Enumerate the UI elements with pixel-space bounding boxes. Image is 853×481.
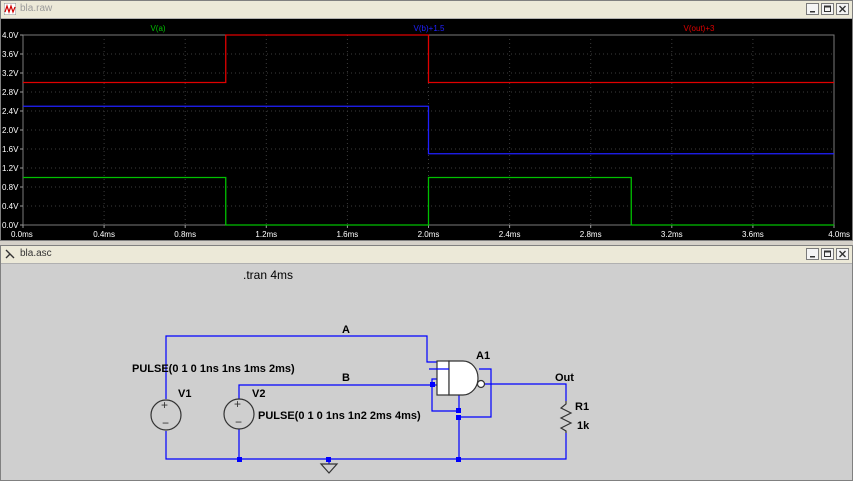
legend-entry[interactable]: V(out)+3 (684, 24, 715, 33)
legend-entry[interactable]: V(b)+1.5 (414, 24, 445, 33)
schematic-canvas[interactable]: + − + − .tran 4ms A B Out A1 PULSE(0 1 0 (1, 264, 852, 480)
y-tick-label: 2.0V (2, 126, 19, 135)
maximize-button[interactable] (821, 3, 834, 15)
junction (456, 457, 461, 462)
y-tick-label: 2.4V (2, 107, 19, 116)
junction (456, 408, 461, 413)
junction (456, 415, 461, 420)
y-tick-label: 3.2V (2, 69, 19, 78)
y-tick-label: 0.0V (2, 221, 19, 230)
x-tick-label: 2.8ms (580, 230, 602, 239)
minimize-button[interactable] (806, 248, 819, 260)
v1-value[interactable]: PULSE(0 1 0 1ns 1ns 1ms 2ms) (132, 363, 295, 375)
v1-label: V1 (178, 388, 191, 400)
y-tick-label: 0.8V (2, 183, 19, 192)
y-tick-label: 4.0V (2, 31, 19, 40)
maximize-button[interactable] (821, 248, 834, 260)
close-button[interactable] (836, 248, 849, 260)
waveform-title: bla.raw (20, 3, 53, 14)
net-label-out[interactable]: Out (555, 372, 574, 384)
schematic-title: bla.asc (20, 248, 52, 259)
svg-text:+: + (161, 398, 168, 412)
waveform-window: bla.raw 0.0ms 0.4ms 0.8ms 1.2ms 1.6ms 2.0ms 2.… (0, 0, 853, 241)
gate-label: A1 (476, 350, 490, 362)
schematic-app-icon (5, 249, 15, 259)
x-tick-label: 0.4ms (93, 230, 115, 239)
waveform-plot[interactable]: 0.0ms 0.4ms 0.8ms 1.2ms 1.6ms 2.0ms 2.4ms 2.8ms… (1, 19, 852, 241)
r1-value[interactable]: 1k (577, 420, 590, 432)
plot-background (1, 19, 852, 240)
x-tick-label: 2.4ms (499, 230, 521, 239)
net-label-a[interactable]: A (342, 324, 350, 336)
y-tick-label: 2.8V (2, 88, 19, 97)
y-tick-label: 1.6V (2, 145, 19, 154)
svg-text:+: + (234, 397, 241, 411)
junction (326, 457, 331, 462)
net-label-b[interactable]: B (342, 372, 350, 384)
junction (237, 457, 242, 462)
close-button[interactable] (836, 3, 849, 15)
x-tick-label: 0.0ms (11, 230, 33, 239)
y-tick-label: 1.2V (2, 164, 19, 173)
y-tick-label: 0.4V (2, 202, 19, 211)
x-tick-label: 1.2ms (255, 230, 277, 239)
waveform-app-icon (4, 3, 16, 15)
v2-value[interactable]: PULSE(0 1 0 1ns 1n2 2ms 4ms) (258, 410, 421, 422)
tran-directive[interactable]: .tran 4ms (243, 268, 293, 282)
r1-label: R1 (575, 401, 589, 413)
schematic-background (1, 264, 852, 480)
x-tick-label: 0.8ms (174, 230, 196, 239)
legend-entry[interactable]: V(a) (150, 24, 165, 33)
x-tick-label: 1.6ms (337, 230, 359, 239)
svg-text:−: − (162, 416, 169, 430)
svg-text:−: − (235, 415, 242, 429)
schematic-titlebar[interactable]: bla.asc (1, 246, 852, 264)
x-tick-label: 3.6ms (742, 230, 764, 239)
y-tick-label: 3.6V (2, 50, 19, 59)
v2-label: V2 (252, 388, 265, 400)
x-tick-label: 3.2ms (661, 230, 683, 239)
minimize-button[interactable] (806, 3, 819, 15)
junction (430, 382, 435, 387)
x-tick-label: 2.0ms (418, 230, 440, 239)
schematic-window: bla.asc + − + − .tran 4ms A B Out A1 PUL… (0, 245, 853, 481)
waveform-titlebar[interactable]: bla.raw (1, 1, 852, 19)
x-tick-label: 4.0ms (828, 230, 850, 239)
